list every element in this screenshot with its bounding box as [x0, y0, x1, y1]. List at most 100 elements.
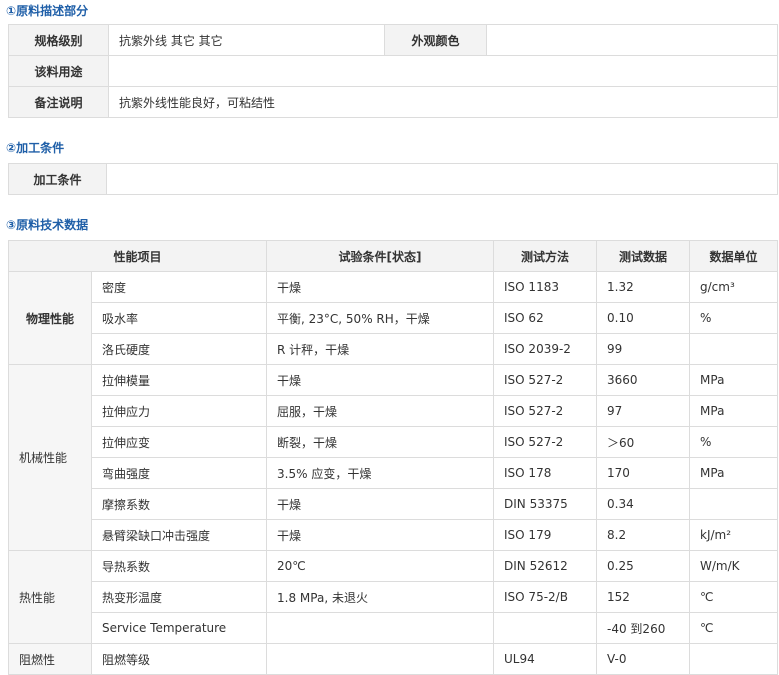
header-method: 测试方法	[493, 240, 598, 272]
processing-value	[106, 163, 778, 195]
description-table: 规格级别 抗紫外线 其它 其它 外观颜色 该料用途 备注说明 抗紫外线性能良好，…	[8, 24, 778, 118]
test-condition: 1.8 MPa, 未退火	[266, 581, 495, 613]
header-property: 性能项目	[7, 240, 268, 272]
data-unit: MPa	[689, 364, 779, 396]
table-row: 洛氏硬度 R 计秤，干燥 ISO 2039-2 99	[9, 333, 779, 365]
property-name: 拉伸模量	[90, 364, 268, 396]
test-method: DIN 52612	[493, 550, 598, 582]
test-method: ISO 527-2	[493, 395, 598, 427]
test-value: 8.2	[596, 519, 691, 551]
property-name: 拉伸应变	[90, 426, 268, 458]
data-unit	[689, 643, 779, 675]
color-value	[486, 24, 778, 56]
table-row: Service Temperature -40 到260 ℃	[9, 612, 779, 644]
header-condition: 试验条件[状态]	[266, 240, 495, 272]
property-name: 悬臂梁缺口冲击强度	[90, 519, 268, 551]
table-row: 悬臂梁缺口冲击强度 干燥 ISO 179 8.2 kJ/m²	[9, 519, 779, 551]
test-condition: 3.5% 应变，干燥	[266, 457, 495, 489]
test-method: ISO 527-2	[493, 426, 598, 458]
property-name: 阻燃等级	[90, 643, 268, 675]
group-label: 机械性能	[8, 364, 92, 551]
note-value: 抗紫外线性能良好，可粘结性	[108, 86, 778, 118]
header-value: 测试数据	[596, 240, 691, 272]
test-value: V-0	[596, 643, 691, 675]
spec-label: 规格级别	[8, 24, 109, 56]
test-condition: R 计秤，干燥	[266, 333, 495, 365]
use-label: 该料用途	[8, 55, 109, 87]
section-title-processing: ②加工条件	[6, 141, 65, 155]
test-value: 97	[596, 395, 691, 427]
use-value	[108, 55, 778, 87]
test-condition	[266, 643, 495, 675]
table-row: 弯曲强度 3.5% 应变，干燥 ISO 178 170 MPa	[9, 457, 779, 489]
property-name: 吸水率	[90, 302, 268, 334]
property-name: 密度	[90, 271, 268, 303]
table-row: 机械性能 拉伸模量 干燥 ISO 527-2 3660 MPa	[8, 364, 779, 551]
test-value: -40 到260	[596, 612, 691, 644]
note-label: 备注说明	[8, 86, 109, 118]
test-method: ISO 75-2/B	[493, 581, 598, 613]
table-row: 拉伸应力 屈服，干燥 ISO 527-2 97 MPa	[9, 395, 779, 427]
data-unit	[689, 333, 779, 365]
property-name: Service Temperature	[90, 612, 268, 644]
test-value: 0.25	[596, 550, 691, 582]
test-condition: 干燥	[266, 271, 495, 303]
data-unit: %	[689, 302, 779, 334]
data-unit	[689, 488, 779, 520]
data-unit: W/m/K	[689, 550, 779, 582]
processing-table: 加工条件	[8, 163, 778, 195]
test-condition: 干燥	[266, 364, 495, 396]
test-condition: 干燥	[266, 519, 495, 551]
test-method: ISO 527-2	[493, 364, 598, 396]
group-label: 阻燃性	[8, 643, 92, 675]
property-name: 摩擦系数	[90, 488, 268, 520]
section-title-description: ①原料描述部分	[6, 4, 89, 18]
table-row: 吸水率 平衡, 23°C, 50% RH，干燥 ISO 62 0.10%	[9, 302, 779, 334]
test-value: 1.32	[596, 271, 691, 303]
test-value: 170	[596, 457, 691, 489]
test-value: 0.34	[596, 488, 691, 520]
property-name: 导热系数	[90, 550, 268, 582]
test-condition: 干燥	[266, 488, 495, 520]
processing-label: 加工条件	[8, 163, 107, 195]
table-row: 热变形温度 1.8 MPa, 未退火 ISO 75-2/B 152 ℃	[9, 581, 779, 613]
test-condition: 平衡, 23°C, 50% RH，干燥	[266, 302, 495, 334]
data-unit: MPa	[689, 457, 779, 489]
data-unit: g/cm³	[689, 271, 779, 303]
property-name: 热变形温度	[90, 581, 268, 613]
table-row: 阻燃性 阻燃等级 UL94 V-0	[8, 643, 779, 675]
test-value: 99	[596, 333, 691, 365]
group-label: 物理性能	[8, 271, 92, 365]
section-title-technical-data: ③原料技术数据	[6, 218, 89, 232]
table-row: 摩擦系数 干燥 DIN 53375 0.34	[9, 488, 779, 520]
test-condition	[266, 612, 495, 644]
test-method: ISO 2039-2	[493, 333, 598, 365]
test-value: ＞60	[596, 426, 691, 458]
test-value: 3660	[596, 364, 691, 396]
test-method: ISO 62	[493, 302, 598, 334]
color-label: 外观颜色	[384, 24, 487, 56]
header-unit: 数据单位	[689, 240, 779, 272]
test-value: 0.10	[596, 302, 691, 334]
data-unit: %	[689, 426, 779, 458]
property-name: 弯曲强度	[90, 457, 268, 489]
data-unit: MPa	[689, 395, 779, 427]
group-label: 热性能	[8, 550, 92, 644]
test-method: DIN 53375	[493, 488, 598, 520]
data-unit: kJ/m²	[689, 519, 779, 551]
test-condition: 屈服，干燥	[266, 395, 495, 427]
property-name: 洛氏硬度	[90, 333, 268, 365]
test-value: 152	[596, 581, 691, 613]
test-condition: 断裂，干燥	[266, 426, 495, 458]
test-condition: 20℃	[266, 550, 495, 582]
test-method: ISO 1183	[493, 271, 598, 303]
test-method	[493, 612, 598, 644]
table-row: 拉伸应变 断裂，干燥 ISO 527-2 ＞60%	[9, 426, 779, 458]
property-name: 拉伸应力	[90, 395, 268, 427]
technical-data-table: 性能项目 试验条件[状态] 测试方法 测试数据 数据单位 物理性能 密度 干燥 ISO…	[7, 240, 779, 675]
table-row: 物理性能 密度 干燥 ISO 1183 1.32 g/cm³	[8, 271, 779, 365]
data-unit: ℃	[689, 581, 779, 613]
test-method: ISO 179	[493, 519, 598, 551]
test-method: UL94	[493, 643, 598, 675]
test-method: ISO 178	[493, 457, 598, 489]
